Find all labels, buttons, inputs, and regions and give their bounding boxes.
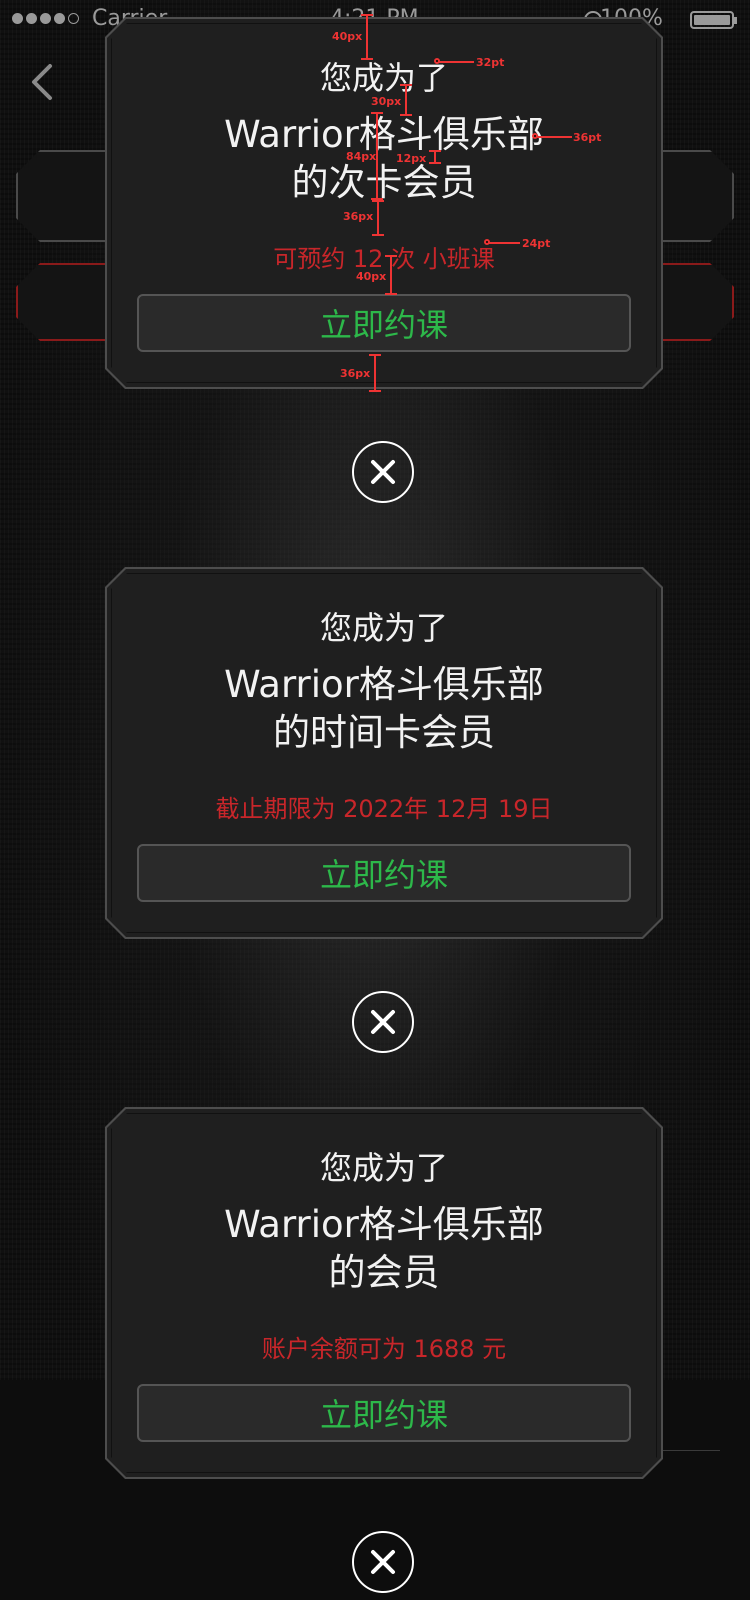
modal-title-line1: Warrior格斗俱乐部 bbox=[224, 663, 544, 706]
close-button[interactable] bbox=[352, 441, 414, 503]
book-class-button[interactable]: 立即约课 bbox=[137, 844, 631, 902]
membership-detail: 账户余额可为 1688 元 bbox=[261, 1335, 507, 1363]
signal-strength-icon bbox=[12, 13, 79, 24]
modal-title: Warrior格斗俱乐部 的会员 bbox=[107, 1201, 661, 1297]
modal-title-line1: Warrior格斗俱乐部 bbox=[224, 1203, 544, 1246]
spacing-label: 36px bbox=[343, 210, 374, 223]
modal-title-line2: 的时间卡会员 bbox=[273, 711, 495, 754]
spacing-marker bbox=[361, 14, 373, 60]
spacing-marker bbox=[429, 150, 441, 164]
membership-modal-time-card: 您成为了 Warrior格斗俱乐部 的时间卡会员 截止期限为 2022年 12月… bbox=[105, 567, 663, 939]
spacing-label: 30px bbox=[371, 95, 402, 108]
membership-modal-count-card: 您成为了 Warrior格斗俱乐部 的次卡会员 可预约 12 次 小班课 立即约… bbox=[105, 17, 663, 389]
book-class-button[interactable]: 立即约课 bbox=[137, 1384, 631, 1442]
font-size-label: 24pt bbox=[522, 237, 551, 250]
spacing-label: 36px bbox=[340, 367, 371, 380]
modal-title-line2: 的会员 bbox=[328, 1251, 440, 1294]
font-size-marker bbox=[484, 239, 520, 245]
battery-icon bbox=[690, 11, 737, 29]
spacing-label: 40px bbox=[332, 30, 363, 43]
font-size-label: 36pt bbox=[573, 131, 602, 144]
modal-title: Warrior格斗俱乐部 的时间卡会员 bbox=[107, 661, 661, 757]
membership-modal-balance-card: 您成为了 Warrior格斗俱乐部 的会员 账户余额可为 1688 元 立即约课 bbox=[105, 1107, 663, 1479]
modal-intro: 您成为了 bbox=[319, 59, 448, 97]
book-class-button[interactable]: 立即约课 bbox=[137, 294, 631, 352]
font-size-label: 32pt bbox=[476, 56, 505, 69]
spacing-label: 12px bbox=[396, 152, 427, 165]
spacing-marker bbox=[371, 112, 383, 200]
membership-detail: 可预约 12 次 小班课 bbox=[273, 245, 495, 273]
spacing-label: 40px bbox=[356, 270, 387, 283]
membership-detail: 截止期限为 2022年 12月 19日 bbox=[215, 795, 553, 823]
modal-title: Warrior格斗俱乐部 的次卡会员 bbox=[107, 111, 661, 207]
spacing-marker bbox=[400, 84, 412, 116]
font-size-marker bbox=[434, 58, 474, 64]
spacing-marker bbox=[372, 200, 384, 236]
close-button[interactable] bbox=[352, 991, 414, 1053]
modal-title-line2: 的次卡会员 bbox=[291, 161, 477, 204]
modal-intro: 您成为了 bbox=[319, 609, 448, 647]
spacing-marker bbox=[369, 354, 381, 392]
modal-intro: 您成为了 bbox=[319, 1149, 448, 1187]
font-size-marker bbox=[532, 133, 572, 139]
chevron-left-icon[interactable] bbox=[30, 62, 54, 102]
close-button[interactable] bbox=[352, 1531, 414, 1593]
close-icon bbox=[371, 1010, 395, 1034]
close-icon bbox=[371, 460, 395, 484]
spacing-label: 84px bbox=[346, 150, 377, 163]
spacing-marker bbox=[385, 255, 397, 295]
close-icon bbox=[371, 1550, 395, 1574]
